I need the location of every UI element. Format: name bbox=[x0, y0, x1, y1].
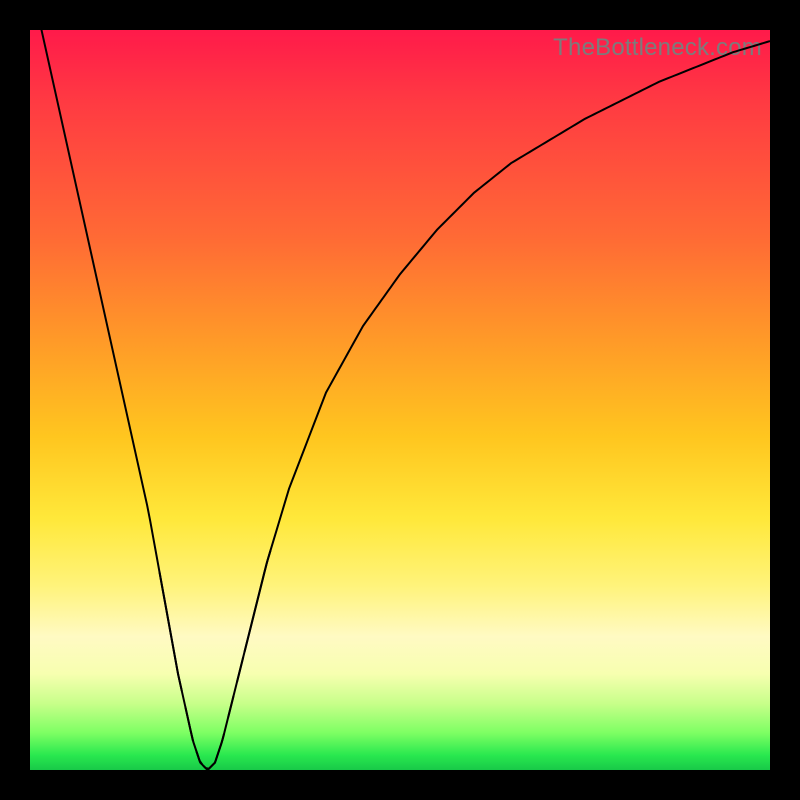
highlight-segment bbox=[185, 707, 192, 740]
bottleneck-curve bbox=[30, 30, 770, 770]
chart-frame: TheBottleneck.com bbox=[0, 0, 800, 800]
highlight-bands bbox=[160, 550, 271, 769]
highlight-segment bbox=[204, 734, 224, 769]
highlight-segment bbox=[197, 752, 202, 765]
highlight-segment bbox=[228, 696, 233, 717]
highlight-segment bbox=[237, 658, 243, 682]
curve-line bbox=[30, 0, 770, 769]
highlight-segment bbox=[160, 572, 182, 690]
plot-area: TheBottleneck.com bbox=[30, 30, 770, 770]
highlight-segment bbox=[245, 550, 271, 651]
